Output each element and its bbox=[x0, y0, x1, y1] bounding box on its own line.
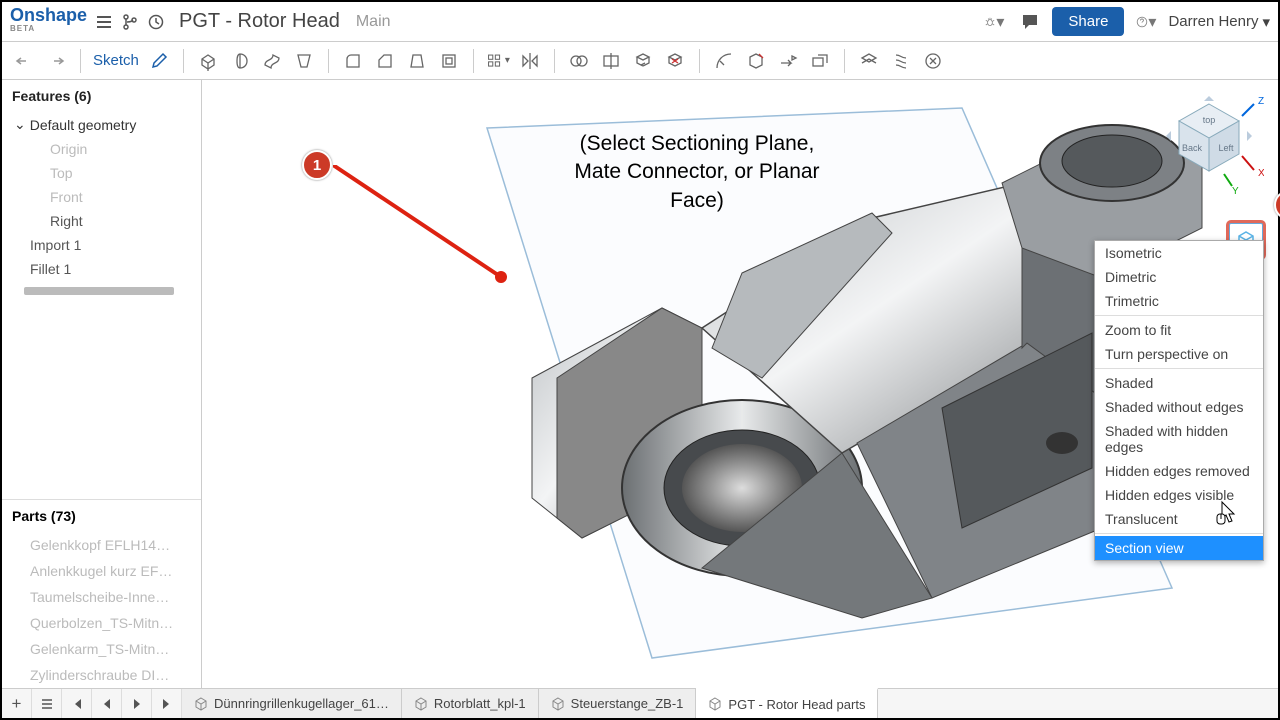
menu-item[interactable]: Dimetric bbox=[1095, 265, 1263, 289]
comment-icon[interactable] bbox=[1020, 12, 1040, 32]
toolbar: Sketch bbox=[2, 42, 1278, 80]
chevron-down-icon: ⌄ bbox=[14, 116, 26, 133]
loft-icon[interactable] bbox=[292, 49, 316, 73]
share-button[interactable]: Share bbox=[1052, 7, 1124, 36]
user-menu[interactable]: Darren Henry▾ bbox=[1168, 13, 1270, 31]
bug-icon[interactable]: ▾ bbox=[984, 12, 1004, 32]
var-icon[interactable] bbox=[921, 49, 945, 73]
delete-face-icon[interactable] bbox=[744, 49, 768, 73]
part-item[interactable]: Taumelscheibe-Inne… bbox=[2, 584, 201, 610]
branch-name[interactable]: Main bbox=[356, 13, 391, 31]
callout-1: 1 bbox=[302, 150, 332, 180]
plane-icon[interactable] bbox=[857, 49, 881, 73]
hamburger-icon[interactable] bbox=[95, 13, 113, 31]
menu-item[interactable]: Hidden edges visible bbox=[1095, 483, 1263, 507]
delete-icon[interactable] bbox=[663, 49, 687, 73]
menu-item[interactable]: Turn perspective on bbox=[1095, 342, 1263, 366]
history-icon[interactable] bbox=[147, 13, 165, 31]
sketch-button[interactable]: Sketch bbox=[93, 52, 139, 69]
scrollbar-thumb[interactable] bbox=[24, 287, 174, 295]
menu-item[interactable]: Translucent bbox=[1095, 507, 1263, 531]
fillet-icon[interactable] bbox=[341, 49, 365, 73]
feature-panel: Features (6) ⌄Default geometry Origin To… bbox=[2, 80, 202, 688]
part-item[interactable]: Zylinderschraube DI… bbox=[2, 662, 201, 688]
menu-item[interactable]: Shaded bbox=[1095, 371, 1263, 395]
split-icon[interactable] bbox=[599, 49, 623, 73]
pencil-icon[interactable] bbox=[147, 49, 171, 73]
features-heading: Features (6) bbox=[2, 80, 201, 112]
add-tab-button[interactable]: + bbox=[2, 689, 32, 718]
feature-tree: ⌄Default geometry Origin Top Front Right… bbox=[2, 112, 201, 301]
view-context-menu: IsometricDimetricTrimetric Zoom to fitTur… bbox=[1094, 240, 1264, 561]
tab[interactable]: Dünnringrillenkugellager_61… bbox=[182, 689, 402, 718]
parts-list: Gelenkkopf EFLH14… Anlenkkugel kurz EF… … bbox=[2, 532, 201, 688]
header-bar: Onshape BETA PGT - Rotor Head Main ▾ Sha… bbox=[2, 2, 1278, 42]
shell-icon[interactable] bbox=[437, 49, 461, 73]
undo-icon[interactable] bbox=[12, 49, 36, 73]
menu-item[interactable]: Trimetric bbox=[1095, 289, 1263, 313]
extrude-icon[interactable] bbox=[196, 49, 220, 73]
part-item[interactable]: Gelenkarm_TS-Mitn… bbox=[2, 636, 201, 662]
callout-2: 2 bbox=[1274, 190, 1280, 220]
menu-item[interactable]: Isometric bbox=[1095, 241, 1263, 265]
last-tab-button[interactable] bbox=[152, 689, 182, 718]
parts-heading: Parts (73) bbox=[2, 499, 201, 532]
transform-icon[interactable] bbox=[631, 49, 655, 73]
user-name: Darren Henry bbox=[1168, 13, 1258, 30]
modify-fillet-icon[interactable] bbox=[712, 49, 736, 73]
menu-item[interactable]: Section view bbox=[1095, 536, 1263, 560]
feature-import[interactable]: Import 1 bbox=[2, 233, 201, 257]
part-item[interactable]: Querbolzen_TS-Mitn… bbox=[2, 610, 201, 636]
tab[interactable]: PGT - Rotor Head parts bbox=[696, 688, 878, 718]
svg-text:X: X bbox=[1258, 168, 1264, 179]
view-cube-icon[interactable]: top Back Left Z X Y bbox=[1154, 86, 1264, 196]
svg-text:Left: Left bbox=[1218, 143, 1234, 153]
document-title: PGT - Rotor Head bbox=[179, 10, 340, 33]
feature-front[interactable]: Front bbox=[2, 185, 201, 209]
part-item[interactable]: Anlenkkugel kurz EF… bbox=[2, 558, 201, 584]
feature-group[interactable]: ⌄Default geometry bbox=[2, 112, 201, 137]
pattern-icon[interactable] bbox=[486, 49, 510, 73]
tab[interactable]: Rotorblatt_kpl-1 bbox=[402, 689, 539, 718]
revolve-icon[interactable] bbox=[228, 49, 252, 73]
sweep-icon[interactable] bbox=[260, 49, 284, 73]
menu-item[interactable]: Hidden edges removed bbox=[1095, 459, 1263, 483]
tab-bar: + Dünnringrillenkugellager_61…Rotorblatt… bbox=[2, 688, 1278, 718]
replace-face-icon[interactable] bbox=[808, 49, 832, 73]
list-tabs-button[interactable] bbox=[32, 689, 62, 718]
prev-tab-button[interactable] bbox=[92, 689, 122, 718]
svg-text:Y: Y bbox=[1232, 186, 1239, 196]
feature-top[interactable]: Top bbox=[2, 161, 201, 185]
menu-item[interactable]: Shaded without edges bbox=[1095, 395, 1263, 419]
first-tab-button[interactable] bbox=[62, 689, 92, 718]
boolean-icon[interactable] bbox=[567, 49, 591, 73]
feature-fillet[interactable]: Fillet 1 bbox=[2, 257, 201, 281]
redo-icon[interactable] bbox=[44, 49, 68, 73]
mirror-icon[interactable] bbox=[518, 49, 542, 73]
chamfer-icon[interactable] bbox=[373, 49, 397, 73]
draft-icon[interactable] bbox=[405, 49, 429, 73]
move-face-icon[interactable] bbox=[776, 49, 800, 73]
menu-item[interactable]: Zoom to fit bbox=[1095, 318, 1263, 342]
brand-logo: Onshape BETA bbox=[10, 8, 87, 36]
part-item[interactable]: Gelenkkopf EFLH14… bbox=[2, 532, 201, 558]
model-canvas[interactable]: (Select Sectioning Plane, Mate Connector… bbox=[202, 80, 1278, 688]
svg-text:Back: Back bbox=[1182, 143, 1203, 153]
feature-origin[interactable]: Origin bbox=[2, 137, 201, 161]
help-icon[interactable]: ▾ bbox=[1136, 12, 1156, 32]
branch-icon[interactable] bbox=[121, 13, 139, 31]
svg-text:top: top bbox=[1203, 115, 1216, 125]
tab[interactable]: Steuerstange_ZB-1 bbox=[539, 689, 697, 718]
annotation-text: (Select Sectioning Plane, Mate Connector… bbox=[557, 130, 837, 215]
menu-item[interactable]: Shaded with hidden edges bbox=[1095, 419, 1263, 459]
svg-text:Z: Z bbox=[1258, 96, 1264, 107]
next-tab-button[interactable] bbox=[122, 689, 152, 718]
feature-right[interactable]: Right bbox=[2, 209, 201, 233]
helix-icon[interactable] bbox=[889, 49, 913, 73]
